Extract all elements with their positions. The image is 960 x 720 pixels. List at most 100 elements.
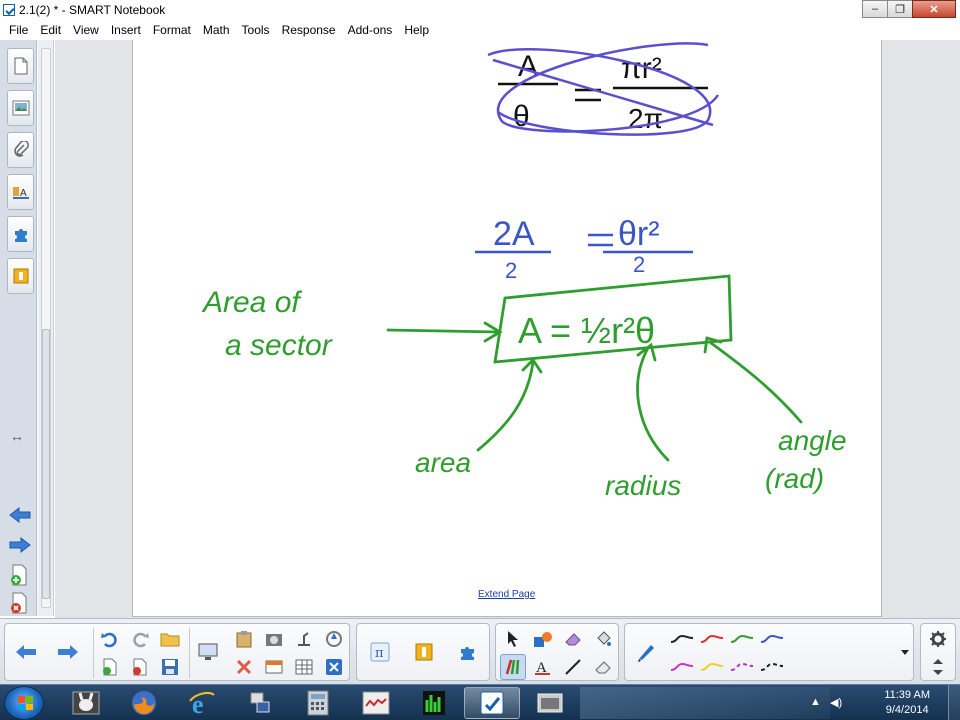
side-panel-scroll-thumb[interactable] bbox=[42, 329, 50, 599]
full-screen-button[interactable] bbox=[261, 654, 287, 680]
insert-table-button[interactable] bbox=[291, 654, 317, 680]
add-ons-button[interactable] bbox=[455, 639, 481, 665]
close-page-button[interactable] bbox=[321, 654, 347, 680]
svg-text:π: π bbox=[375, 646, 384, 661]
extend-page-link[interactable]: Extend Page bbox=[478, 589, 535, 600]
paste-button[interactable] bbox=[231, 626, 257, 652]
add-page-icon[interactable] bbox=[10, 564, 28, 586]
show-hidden-icons-arrow[interactable]: ▲ bbox=[810, 696, 821, 708]
menu-view[interactable]: View bbox=[67, 20, 105, 40]
menu-edit[interactable]: Edit bbox=[34, 20, 67, 40]
start-button[interactable] bbox=[4, 686, 44, 720]
label-a-sector-text: a sector bbox=[225, 329, 333, 362]
open-file-button[interactable] bbox=[157, 626, 183, 652]
new-page-button[interactable] bbox=[97, 654, 123, 680]
save-button[interactable] bbox=[157, 654, 183, 680]
show-desktop-button[interactable] bbox=[948, 685, 960, 720]
taskbar-app-1[interactable] bbox=[58, 687, 114, 719]
gear-icon bbox=[930, 631, 946, 647]
toolbar-group-tools: A bbox=[495, 623, 619, 681]
volume-icon[interactable]: ◀) bbox=[830, 696, 842, 709]
next-page-arrow-icon[interactable] bbox=[8, 536, 32, 554]
paint-bucket-icon bbox=[597, 631, 611, 646]
pen-style-black[interactable] bbox=[669, 626, 695, 652]
magenta-stroke-swatch-icon bbox=[670, 662, 694, 671]
pen-style-yellow[interactable] bbox=[699, 654, 725, 680]
undo-button[interactable] bbox=[97, 626, 123, 652]
label-rad-text: (rad) bbox=[765, 463, 824, 494]
close-button[interactable]: ✕ bbox=[912, 0, 956, 18]
menu-tools[interactable]: Tools bbox=[236, 20, 276, 40]
pen-style-red[interactable] bbox=[699, 626, 725, 652]
redo-button[interactable] bbox=[127, 626, 153, 652]
page-sorter-icon bbox=[14, 57, 27, 75]
previous-page-arrow-icon[interactable] bbox=[8, 506, 32, 524]
menu-response[interactable]: Response bbox=[276, 20, 342, 40]
smart-notebook-app-icon bbox=[3, 4, 15, 16]
properties-tab[interactable]: A bbox=[7, 174, 34, 210]
toolbar-more-dropdown[interactable] bbox=[897, 639, 913, 665]
add-ons-tab[interactable] bbox=[7, 216, 34, 252]
gallery-tab[interactable] bbox=[7, 90, 34, 126]
taskbar-smart-notebook[interactable] bbox=[464, 687, 520, 719]
customize-toolbar-button[interactable] bbox=[925, 626, 951, 652]
side-panel-scrollbar[interactable] bbox=[41, 48, 51, 608]
taskbar-app-7[interactable] bbox=[406, 687, 462, 719]
pen-style-magenta[interactable] bbox=[669, 654, 695, 680]
notebook-page[interactable]: A θ πr² 2π 2A 2 θr² 2 Area of a sector A… bbox=[132, 40, 882, 617]
shapes-tool-button[interactable] bbox=[530, 626, 556, 652]
magic-pen-button[interactable] bbox=[590, 654, 616, 680]
text-tool-button[interactable]: A bbox=[530, 654, 556, 680]
panel-resize-icon[interactable]: ↔ bbox=[10, 428, 24, 444]
taskbar-app-4[interactable] bbox=[232, 687, 288, 719]
pen-type-button[interactable] bbox=[633, 639, 659, 665]
eraser-tool-button[interactable] bbox=[560, 626, 586, 652]
pens-tool-button[interactable] bbox=[500, 654, 526, 680]
fill-tool-button[interactable] bbox=[590, 626, 616, 652]
taskbar-internet-explorer[interactable]: e bbox=[174, 687, 230, 719]
lesson-activity-tab[interactable] bbox=[7, 258, 34, 294]
pen-style-blue[interactable] bbox=[759, 626, 785, 652]
recognize-button[interactable] bbox=[321, 626, 347, 652]
document-camera-button[interactable] bbox=[291, 626, 317, 652]
bunny-app-icon bbox=[72, 691, 100, 715]
menu-bar: File Edit View Insert Format Math Tools … bbox=[0, 20, 960, 40]
taskbar-firefox[interactable] bbox=[116, 687, 172, 719]
window-app-icon bbox=[537, 693, 563, 713]
screen-capture-button[interactable] bbox=[261, 626, 287, 652]
pen-style-black-dashed[interactable] bbox=[759, 654, 785, 680]
ink-layer: A θ πr² 2π 2A 2 θr² 2 Area of a sector A… bbox=[201, 42, 847, 501]
math-tools-button[interactable]: π bbox=[367, 639, 393, 665]
menu-help[interactable]: Help bbox=[398, 20, 435, 40]
menu-math[interactable]: Math bbox=[197, 20, 236, 40]
pen-style-green[interactable] bbox=[729, 626, 755, 652]
delete-button[interactable] bbox=[231, 654, 257, 680]
delete-page-icon[interactable] bbox=[10, 592, 28, 614]
menu-file[interactable]: File bbox=[3, 20, 34, 40]
maximize-button[interactable]: ❐ bbox=[887, 0, 913, 18]
next-page-button[interactable] bbox=[55, 639, 81, 665]
pen-style-magenta-dashed[interactable] bbox=[729, 654, 755, 680]
recognize-icon bbox=[326, 631, 342, 647]
lesson-activity-button[interactable] bbox=[411, 639, 437, 665]
taskbar-calculator[interactable] bbox=[290, 687, 346, 719]
previous-page-button[interactable] bbox=[13, 639, 39, 665]
highlighter-eraser-icon bbox=[595, 661, 611, 674]
menu-format[interactable]: Format bbox=[147, 20, 197, 40]
taskbar-app-9[interactable] bbox=[522, 687, 578, 719]
move-toolbar-button[interactable] bbox=[925, 654, 951, 680]
label-radius-text: radius bbox=[605, 470, 681, 501]
clock[interactable]: 11:39 AM 9/4/2014 bbox=[884, 688, 930, 718]
screen-shade-button[interactable] bbox=[195, 639, 221, 665]
menu-insert[interactable]: Insert bbox=[105, 20, 147, 40]
pens-icon bbox=[505, 659, 520, 675]
taskbar-app-6[interactable] bbox=[348, 687, 404, 719]
page-sorter-tab[interactable] bbox=[7, 48, 34, 84]
minimize-button[interactable]: ‒ bbox=[862, 0, 888, 18]
black-stroke-swatch-icon bbox=[670, 634, 694, 643]
menu-add-ons[interactable]: Add-ons bbox=[342, 20, 399, 40]
select-tool-button[interactable] bbox=[500, 626, 526, 652]
delete-page-button[interactable] bbox=[127, 654, 153, 680]
attachments-tab[interactable] bbox=[7, 132, 34, 168]
lines-tool-button[interactable] bbox=[560, 654, 586, 680]
